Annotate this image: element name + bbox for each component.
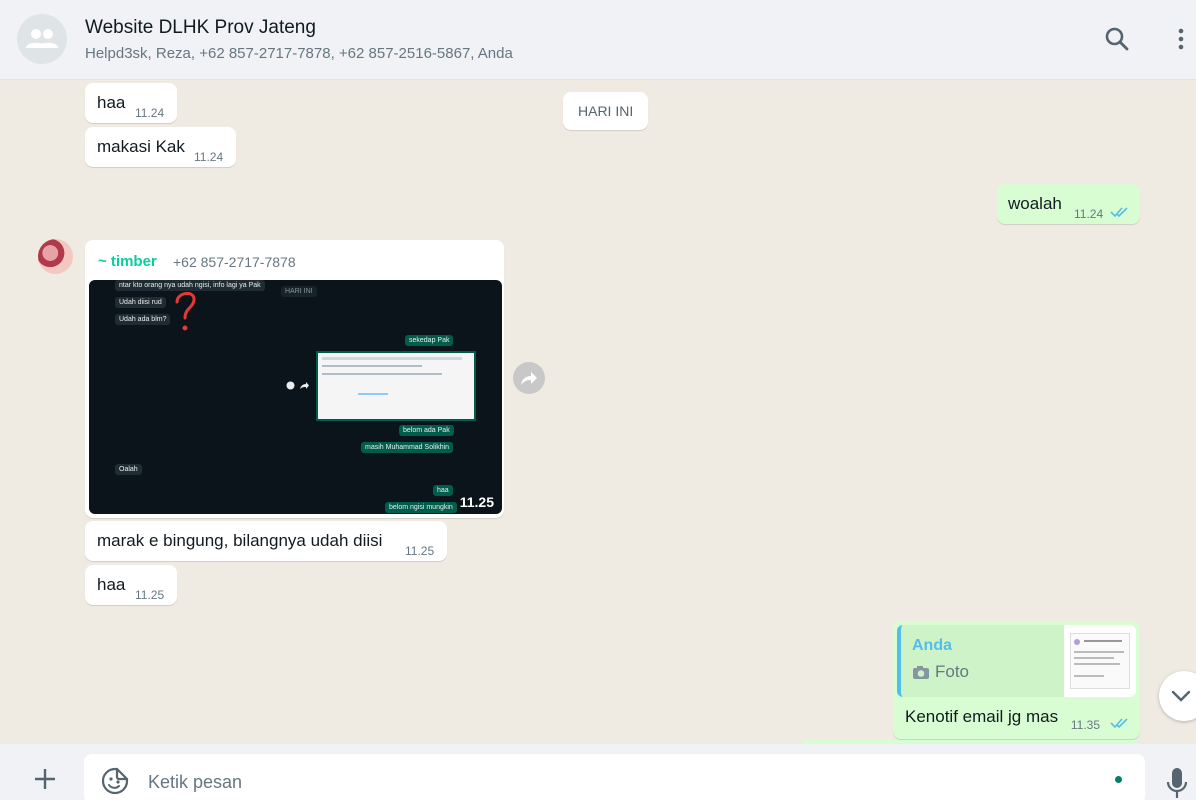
menu-button[interactable] <box>1166 24 1196 54</box>
forward-button[interactable] <box>513 362 545 394</box>
screenshot-line: HARI INI <box>281 286 317 297</box>
camera-icon <box>913 665 929 679</box>
message-time: 11.24 <box>1074 207 1104 221</box>
sender-avatar[interactable] <box>38 239 73 274</box>
message-time: 11.25 <box>405 544 435 558</box>
attach-button[interactable] <box>30 764 60 794</box>
sender-phone: +62 857-2717-7878 <box>173 254 296 270</box>
group-avatar[interactable] <box>17 14 67 64</box>
message-list[interactable]: HARI INI haa 11.24 makasi Kak 11.24 woal… <box>0 81 1196 744</box>
message-outgoing[interactable]: woalah 11.24 <box>997 184 1140 224</box>
message-incoming[interactable]: marak e bingung, bilangnya udah diisi 11… <box>85 521 447 561</box>
message-text: Kenotif email jg mas <box>905 707 1059 726</box>
question-mark-drawing <box>175 292 196 331</box>
participants-list: Helpd3sk, Reza, +62 857-2717-7878, +62 8… <box>85 45 513 62</box>
scroll-down-button[interactable] <box>1159 671 1196 721</box>
message-time: 11.24 <box>135 106 165 120</box>
sender-name[interactable]: ~ timber <box>98 253 157 270</box>
sticker-icon <box>101 767 129 795</box>
message-text: haa <box>97 93 126 112</box>
chat-header[interactable]: Website DLHK Prov Jateng Helpd3sk, Reza,… <box>0 0 1196 80</box>
more-vertical-icon <box>1178 28 1184 50</box>
message-time: 11.35 <box>1070 718 1100 732</box>
screenshot-spreadsheet <box>316 351 476 421</box>
message-incoming[interactable]: haa 11.25 <box>85 565 177 605</box>
message-text: marak e bingung, bilangnya udah diisi <box>97 531 383 550</box>
plus-icon <box>35 769 55 789</box>
status-dot <box>1115 776 1122 783</box>
message-incoming[interactable]: haa 11.24 <box>85 83 177 123</box>
quoted-label: Foto <box>912 662 969 682</box>
screenshot-line: Oalah <box>115 464 142 475</box>
read-ticks-icon <box>1110 718 1128 729</box>
screenshot-line: Udah ada blm? <box>115 314 171 325</box>
quoted-text: Foto <box>935 662 970 681</box>
forward-icon <box>300 382 309 389</box>
message-input[interactable]: Ketik pesan <box>84 754 1145 800</box>
forward-icon <box>521 372 537 385</box>
quoted-image-thumbnail <box>1064 625 1136 697</box>
read-ticks-icon <box>1110 207 1128 218</box>
search-button[interactable] <box>1102 24 1132 54</box>
chat-title[interactable]: Website DLHK Prov Jateng <box>85 17 316 39</box>
message-text: woalah <box>1008 194 1062 213</box>
group-icon <box>26 29 58 48</box>
screenshot-line: Udah diisi rud <box>115 297 166 308</box>
chevron-down-icon <box>1171 690 1191 702</box>
image-thumbnail[interactable]: ntar kto orang nya udah ngisi, info lagi… <box>89 280 502 514</box>
screenshot-line: belom ngisi mungkin <box>385 502 457 513</box>
date-chip: HARI INI <box>563 92 649 130</box>
voice-record-button[interactable] <box>1166 766 1194 800</box>
screenshot-line: masih Muhammad Solikhin <box>361 442 454 453</box>
message-time: 11.24 <box>194 150 224 164</box>
quoted-message[interactable]: Anda Foto <box>897 625 1136 697</box>
mic-icon <box>1166 768 1188 798</box>
screenshot-line: sekedap Pak <box>405 335 454 346</box>
message-input-placeholder[interactable]: Ketik pesan <box>148 772 242 793</box>
message-time: 11.25 <box>459 494 494 510</box>
sticker-button[interactable] <box>101 767 129 795</box>
message-text: makasi Kak <box>97 137 185 156</box>
search-icon <box>1105 27 1129 51</box>
compose-bar: Ketik pesan <box>0 744 1196 800</box>
message-time: 11.25 <box>135 588 165 602</box>
message-image[interactable]: ~ timber +62 857-2717-7878 ntar kto oran… <box>85 240 504 518</box>
emoji-icon <box>286 381 295 390</box>
quoted-author: Anda <box>912 637 952 654</box>
screenshot-line: haa <box>433 485 453 496</box>
message-incoming[interactable]: makasi Kak 11.24 <box>85 127 236 167</box>
screenshot-line: belom ada Pak <box>399 425 454 436</box>
message-text: haa <box>97 575 126 594</box>
message-outgoing-reply[interactable]: Anda Foto Kenotif email jg mas 11.35 <box>893 621 1140 739</box>
